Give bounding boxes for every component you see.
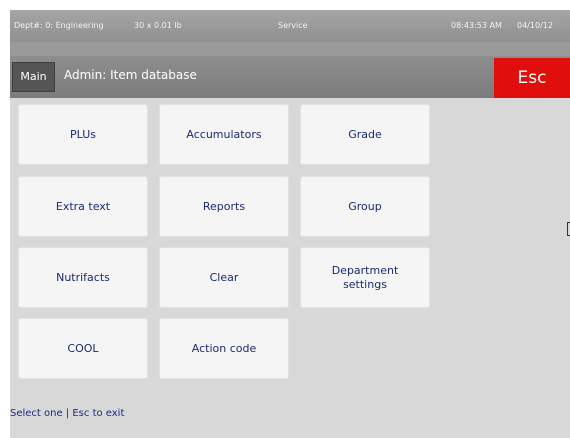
- cool-button[interactable]: COOL: [18, 318, 148, 379]
- status-bar: Dept#: 0: Engineering 30 x 0.01 lb Servi…: [10, 10, 570, 42]
- status-date: 04/10/12: [517, 21, 553, 30]
- esc-button[interactable]: Esc: [494, 58, 570, 98]
- action-code-button[interactable]: Action code: [159, 318, 289, 379]
- header-spacer: [10, 42, 570, 56]
- group-button[interactable]: Group: [300, 176, 430, 237]
- scale-screen: Dept#: 0: Engineering 30 x 0.01 lb Servi…: [10, 10, 570, 438]
- plus-button[interactable]: PLUs: [18, 104, 148, 165]
- app-frame: Dept#: 0: Engineering 30 x 0.01 lb Servi…: [0, 0, 570, 438]
- accumulators-button[interactable]: Accumulators: [159, 104, 289, 165]
- footer-hint: Select one | Esc to exit: [10, 408, 125, 419]
- department-settings-button[interactable]: Department settings: [300, 247, 430, 308]
- clear-button[interactable]: Clear: [159, 247, 289, 308]
- reports-button[interactable]: Reports: [159, 176, 289, 237]
- page-title: Admin: Item database: [64, 68, 197, 82]
- nutrifacts-button[interactable]: Nutrifacts: [18, 247, 148, 308]
- status-tare: 30 x 0.01 lb: [134, 21, 182, 30]
- main-button[interactable]: Main: [12, 62, 55, 92]
- status-department: Dept#: 0: Engineering: [14, 21, 104, 30]
- status-mode: Service: [278, 21, 308, 30]
- header-bar: Main Admin: Item database Esc: [10, 56, 570, 98]
- status-time: 08:43:53 AM: [451, 21, 502, 30]
- grade-button[interactable]: Grade: [300, 104, 430, 165]
- extra-text-button[interactable]: Extra text: [18, 176, 148, 237]
